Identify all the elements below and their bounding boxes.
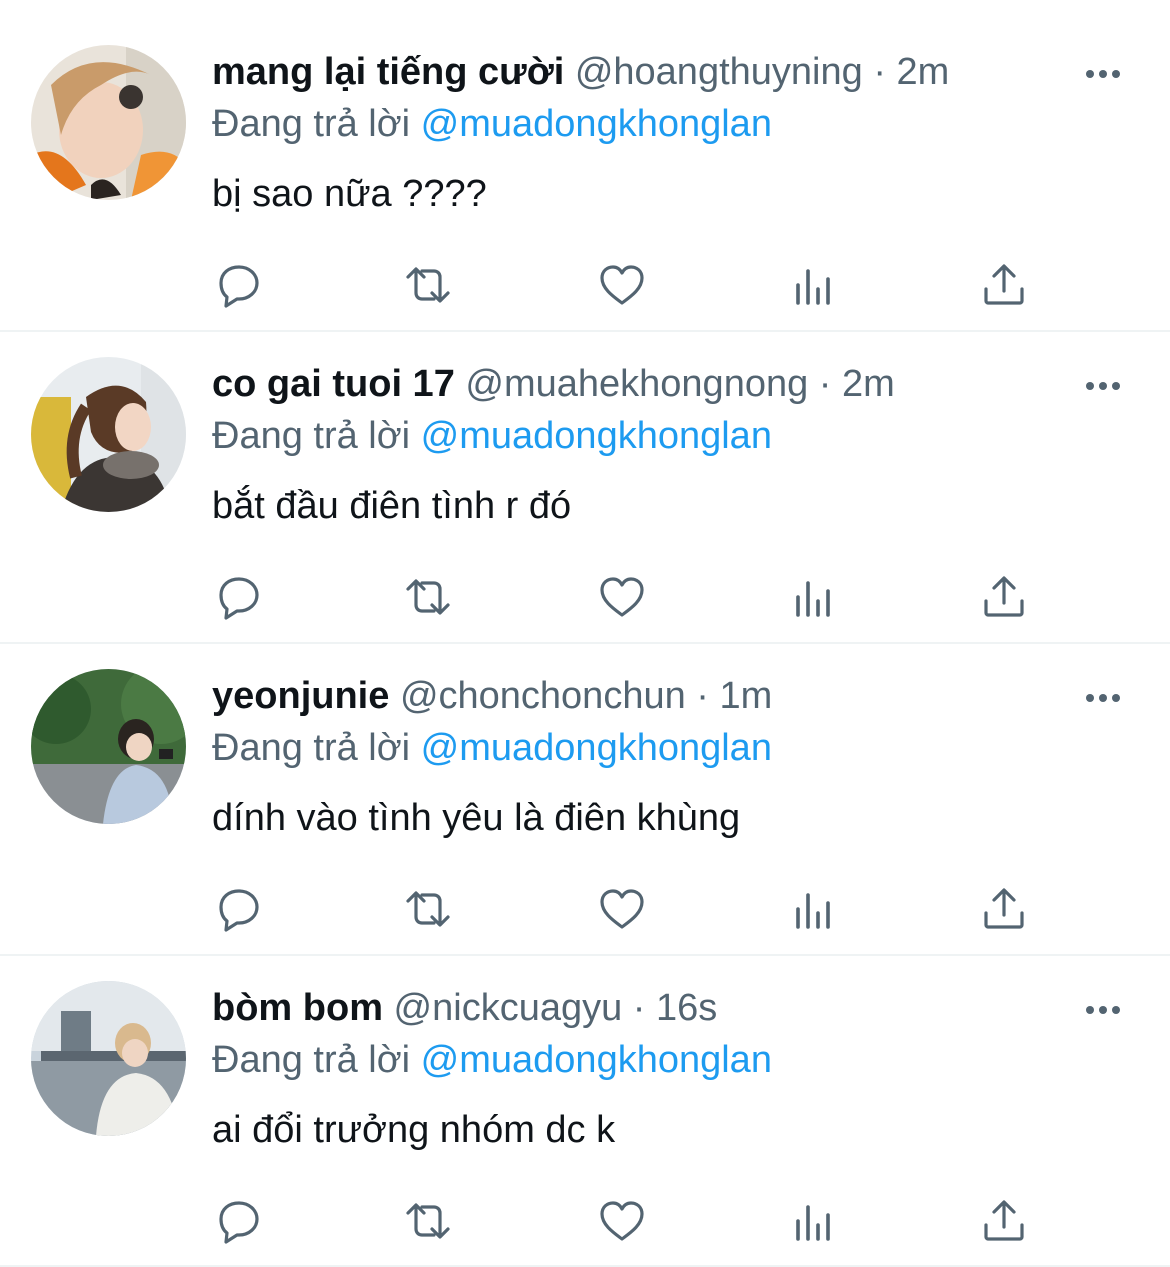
heart-icon[interactable] [596, 1195, 648, 1247]
tweet[interactable]: mang lại tiếng cười @hoangthuyning · 2m … [0, 0, 1170, 312]
reply-prefix: Đang trả lời [212, 1039, 411, 1081]
tweet-text: bắt đầu điên tình r đó [212, 485, 572, 527]
reply-prefix: Đang trả lời [212, 415, 411, 457]
separator-dot: · [632, 987, 646, 1029]
reply-context: Đang trả lời @muadongkhonglan [212, 98, 772, 150]
avatar[interactable] [31, 45, 186, 200]
views-icon[interactable] [788, 1195, 840, 1247]
user-handle[interactable]: @hoangthuyning [575, 51, 863, 93]
views-icon[interactable] [788, 571, 840, 623]
separator-dot: · [873, 51, 886, 93]
reply-icon[interactable] [212, 1195, 264, 1247]
tweet[interactable]: bòm bom @nickcuagyu · 16s Đang trả lời @… [0, 936, 1170, 1248]
tweet-text: ai đổi trưởng nhóm dc k [212, 1109, 616, 1151]
avatar[interactable] [31, 669, 186, 824]
user-handle[interactable]: @nickcuagyu [394, 987, 623, 1029]
reply-mention[interactable]: @muadongkhonglan [421, 103, 772, 145]
reply-feed: mang lại tiếng cười @hoangthuyning · 2m … [0, 0, 1170, 1267]
share-icon[interactable] [978, 1195, 1030, 1247]
action-bar [212, 259, 1042, 311]
tweet[interactable]: co gai tuoi 17 @muahekhongnong · 2m Đang… [0, 312, 1170, 624]
display-name[interactable]: mang lại tiếng cười [212, 51, 564, 93]
reply-mention[interactable]: @muadongkhonglan [421, 415, 772, 457]
share-icon[interactable] [978, 259, 1030, 311]
reply-context: Đang trả lời @muadongkhonglan [212, 410, 772, 462]
reply-icon[interactable] [212, 883, 264, 935]
more-icon[interactable] [1086, 1006, 1120, 1014]
timestamp[interactable]: 2m [897, 51, 950, 93]
heart-icon[interactable] [596, 259, 648, 311]
timestamp[interactable]: 1m [720, 675, 773, 717]
action-bar [212, 883, 1042, 935]
tweet-text: bị sao nữa ???? [212, 173, 487, 215]
tweet-text: dính vào tình yêu là điên khùng [212, 797, 741, 839]
retweet-icon[interactable] [402, 571, 454, 623]
avatar[interactable] [31, 981, 186, 1136]
user-handle[interactable]: @chonchonchun [400, 675, 686, 717]
reply-context: Đang trả lời @muadongkhonglan [212, 1034, 772, 1086]
views-icon[interactable] [788, 259, 840, 311]
display-name[interactable]: co gai tuoi 17 [212, 363, 455, 405]
reply-mention[interactable]: @muadongkhonglan [421, 1039, 772, 1081]
display-name[interactable]: yeonjunie [212, 675, 389, 717]
timestamp[interactable]: 2m [842, 363, 895, 405]
more-icon[interactable] [1086, 70, 1120, 78]
tweet-header: bòm bom @nickcuagyu · 16s [212, 982, 717, 1034]
views-icon[interactable] [788, 883, 840, 935]
user-handle[interactable]: @muahekhongnong [465, 363, 808, 405]
share-icon[interactable] [978, 883, 1030, 935]
tweet-header: co gai tuoi 17 @muahekhongnong · 2m [212, 358, 895, 410]
heart-icon[interactable] [596, 883, 648, 935]
display-name[interactable]: bòm bom [212, 987, 383, 1029]
avatar[interactable] [31, 357, 186, 512]
retweet-icon[interactable] [402, 259, 454, 311]
action-bar [212, 571, 1042, 623]
separator-dot: · [696, 675, 709, 717]
reply-prefix: Đang trả lời [212, 103, 411, 145]
action-bar [212, 1195, 1042, 1247]
tweet-header: mang lại tiếng cười @hoangthuyning · 2m [212, 46, 949, 98]
reply-mention[interactable]: @muadongkhonglan [421, 727, 772, 769]
more-icon[interactable] [1086, 694, 1120, 702]
timestamp[interactable]: 16s [656, 987, 717, 1029]
tweet[interactable]: yeonjunie @chonchonchun · 1m Đang trả lờ… [0, 624, 1170, 936]
reply-prefix: Đang trả lời [212, 727, 411, 769]
tweet-header: yeonjunie @chonchonchun · 1m [212, 670, 772, 722]
more-icon[interactable] [1086, 382, 1120, 390]
heart-icon[interactable] [596, 571, 648, 623]
retweet-icon[interactable] [402, 1195, 454, 1247]
share-icon[interactable] [978, 571, 1030, 623]
separator-dot: · [818, 363, 832, 405]
retweet-icon[interactable] [402, 883, 454, 935]
reply-context: Đang trả lời @muadongkhonglan [212, 722, 772, 774]
reply-icon[interactable] [212, 571, 264, 623]
reply-icon[interactable] [212, 259, 264, 311]
